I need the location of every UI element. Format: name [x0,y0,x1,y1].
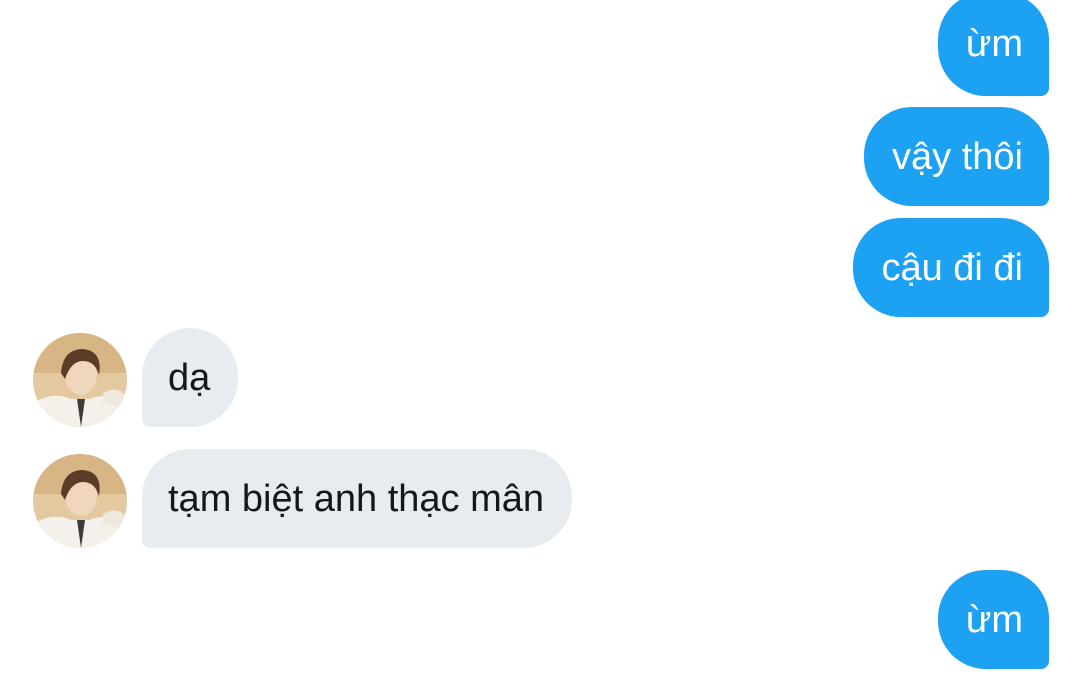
message-text: ừm [965,23,1023,65]
message-bubble-incoming[interactable]: dạ [142,328,239,427]
user-photo-icon [33,333,127,427]
message-bubble-outgoing[interactable]: ừm [937,0,1049,96]
avatar[interactable] [33,333,127,427]
message-text: cậu đi đi [881,246,1023,289]
message-bubble-outgoing[interactable]: ừm [937,570,1049,669]
message-text: vậy thôi [892,135,1023,178]
message-bubble-outgoing[interactable]: vậy thôi [864,107,1049,206]
message-text: ừm [965,598,1023,641]
avatar[interactable] [33,454,127,548]
message-bubble-incoming[interactable]: tạm biệt anh thạc mân [142,449,572,548]
chat-conversation: ừm vậy thôi cậu đi đi dạ tạm biệt anh th… [0,0,1080,696]
message-text: tạm biệt anh thạc mân [168,477,544,520]
message-bubble-outgoing[interactable]: cậu đi đi [853,218,1049,317]
message-text: dạ [168,356,211,399]
user-photo-icon [33,454,127,548]
